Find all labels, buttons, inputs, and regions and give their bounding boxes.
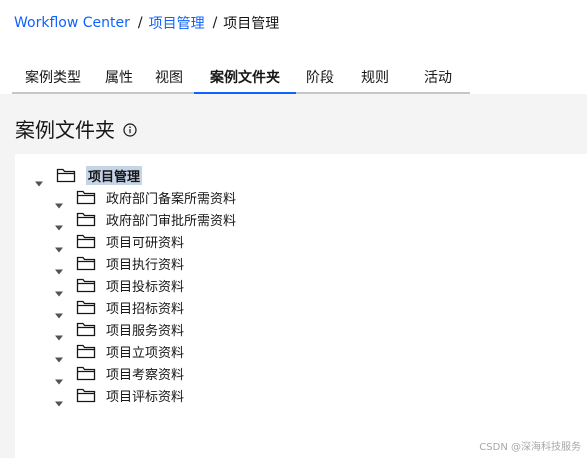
breadcrumb-link-workflow-center[interactable]: Workflow Center	[14, 15, 130, 31]
folder-icon	[76, 365, 96, 381]
tree-node-label: 项目招标资料	[106, 301, 185, 317]
tab-views[interactable]: 视图	[144, 62, 194, 94]
folder-icon	[76, 255, 96, 271]
tree-node-child[interactable]: 项目执行资料	[54, 252, 185, 275]
breadcrumb-link-project[interactable]: 项目管理	[149, 13, 205, 33]
folder-icon	[76, 343, 96, 359]
folder-icon	[76, 189, 96, 205]
tree-node-child[interactable]: 项目可研资料	[54, 230, 185, 253]
tree-node-child[interactable]: 项目招标资料	[54, 296, 185, 319]
tree-node-child[interactable]: 政府部门备案所需资料	[54, 186, 237, 209]
folder-icon	[76, 277, 96, 293]
folder-icon	[76, 233, 96, 249]
tab-activities[interactable]: 活动	[406, 62, 470, 94]
chevron-down-icon[interactable]	[54, 194, 64, 209]
tab-rules[interactable]: 规则	[344, 62, 406, 94]
chevron-down-icon[interactable]	[54, 348, 64, 363]
breadcrumb-separator: /	[137, 15, 143, 31]
tree-node-child[interactable]: 项目投标资料	[54, 274, 185, 297]
tree-node-label: 项目可研资料	[106, 235, 185, 251]
breadcrumb-current: 项目管理	[223, 16, 280, 32]
folder-icon	[76, 211, 96, 227]
info-icon[interactable]	[123, 122, 137, 137]
chevron-down-icon[interactable]	[54, 326, 64, 341]
tree-node-child[interactable]: 项目立项资料	[54, 340, 185, 363]
tree-node-label: 项目考察资料	[106, 367, 185, 383]
chevron-down-icon[interactable]	[54, 392, 64, 407]
tab-stages[interactable]: 阶段	[296, 62, 344, 94]
chevron-down-icon[interactable]	[54, 260, 64, 275]
tree-node-child[interactable]: 项目评标资料	[54, 384, 185, 407]
tree-node-label: 政府部门备案所需资料	[106, 191, 237, 207]
tree-node-label: 项目管理	[86, 165, 143, 185]
tree-node-label: 项目评标资料	[106, 389, 185, 405]
page-title-text: 案例文件夹	[15, 118, 115, 142]
tree-node-label: 项目服务资料	[106, 323, 185, 339]
tree-node-label: 项目执行资料	[106, 257, 185, 273]
tab-case-types[interactable]: 案例类型	[12, 62, 94, 94]
chevron-down-icon[interactable]	[54, 216, 64, 231]
tree-node-child[interactable]: 政府部门审批所需资料	[54, 208, 237, 231]
folder-icon	[76, 321, 96, 337]
tab-case-folders[interactable]: 案例文件夹	[194, 62, 296, 94]
tree-node-root[interactable]: 项目管理	[34, 164, 143, 187]
tab-properties[interactable]: 属性	[94, 62, 144, 94]
chevron-down-icon[interactable]	[54, 238, 64, 253]
watermark: CSDN @深海科技服务	[479, 442, 581, 453]
tree-node-label: 项目立项资料	[106, 345, 185, 361]
page-title: 案例文件夹	[15, 114, 137, 143]
chevron-down-icon[interactable]	[54, 304, 64, 319]
chevron-down-icon[interactable]	[54, 370, 64, 385]
tree-node-child[interactable]: 项目服务资料	[54, 318, 185, 341]
main-content: 案例文件夹 项目管理政府部门备案所需资料 政府部门审批所需资料 项目可研资料 项目执行…	[0, 94, 587, 458]
tree-node-label: 政府部门审批所需资料	[106, 213, 237, 229]
folder-icon	[76, 299, 96, 315]
folder-icon	[56, 167, 76, 183]
chevron-down-icon[interactable]	[54, 282, 64, 297]
breadcrumb: Workflow Center / 项目管理 / 项目管理	[14, 13, 279, 33]
breadcrumb-separator: /	[212, 15, 218, 31]
tab-bar: 案例类型 属性 视图 案例文件夹 阶段 规则 活动	[12, 62, 470, 94]
folder-tree-panel: 项目管理政府部门备案所需资料 政府部门审批所需资料 项目可研资料 项目执行资料 项目投标…	[15, 154, 587, 458]
top-bar: Workflow Center / 项目管理 / 项目管理 案例类型 属性 视图…	[0, 0, 587, 94]
folder-icon	[76, 387, 96, 403]
chevron-down-icon[interactable]	[34, 172, 44, 187]
tree-node-child[interactable]: 项目考察资料	[54, 362, 185, 385]
tree-node-label: 项目投标资料	[106, 279, 185, 295]
